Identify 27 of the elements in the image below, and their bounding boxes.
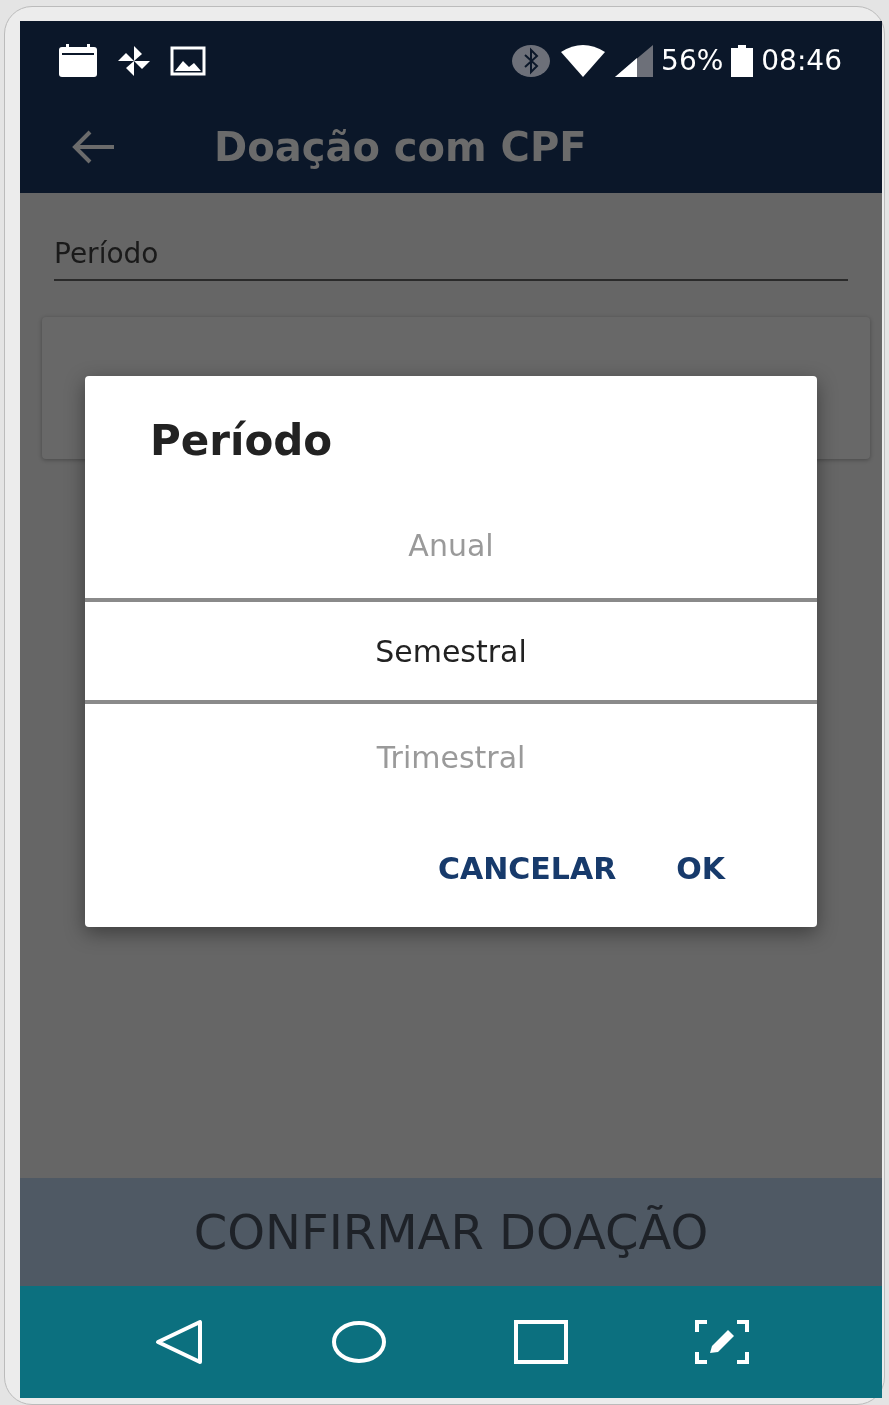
battery-icon — [731, 45, 754, 77]
home-circle-icon — [330, 1320, 387, 1364]
signal-icon — [615, 45, 654, 77]
dialog-title: Período — [149, 415, 334, 462]
back-triangle-icon — [153, 1319, 204, 1365]
battery-percentage: 56% — [661, 43, 724, 79]
home-nav-button[interactable] — [330, 1320, 387, 1364]
confirm-donation-button[interactable]: CONFIRMAR DOAÇÃO — [20, 1178, 882, 1286]
recents-nav-button[interactable] — [513, 1320, 568, 1364]
bluetooth-icon — [511, 44, 552, 78]
pencil-in-frame-icon — [694, 1320, 749, 1364]
period-option[interactable]: Anual — [85, 492, 817, 598]
image-icon — [170, 46, 206, 76]
dialog-button[interactable]: CANCELAR — [437, 846, 617, 891]
square-icon — [513, 1320, 568, 1364]
back-button[interactable] — [70, 129, 116, 165]
dialog-button[interactable]: OK — [676, 846, 725, 891]
period-option[interactable]: Semestral — [85, 598, 817, 704]
back-arrow-icon — [70, 129, 116, 165]
wifi-icon — [559, 44, 608, 78]
calendar-icon — [58, 44, 98, 78]
screen-title: Doação com CPF — [214, 123, 587, 172]
period-field[interactable]: Período — [54, 233, 848, 281]
screenshot-edit-button[interactable] — [694, 1320, 749, 1364]
period-option[interactable]: Trimestral — [85, 704, 817, 810]
clock: 08:46 — [761, 43, 842, 79]
back-nav-button[interactable] — [153, 1319, 204, 1365]
